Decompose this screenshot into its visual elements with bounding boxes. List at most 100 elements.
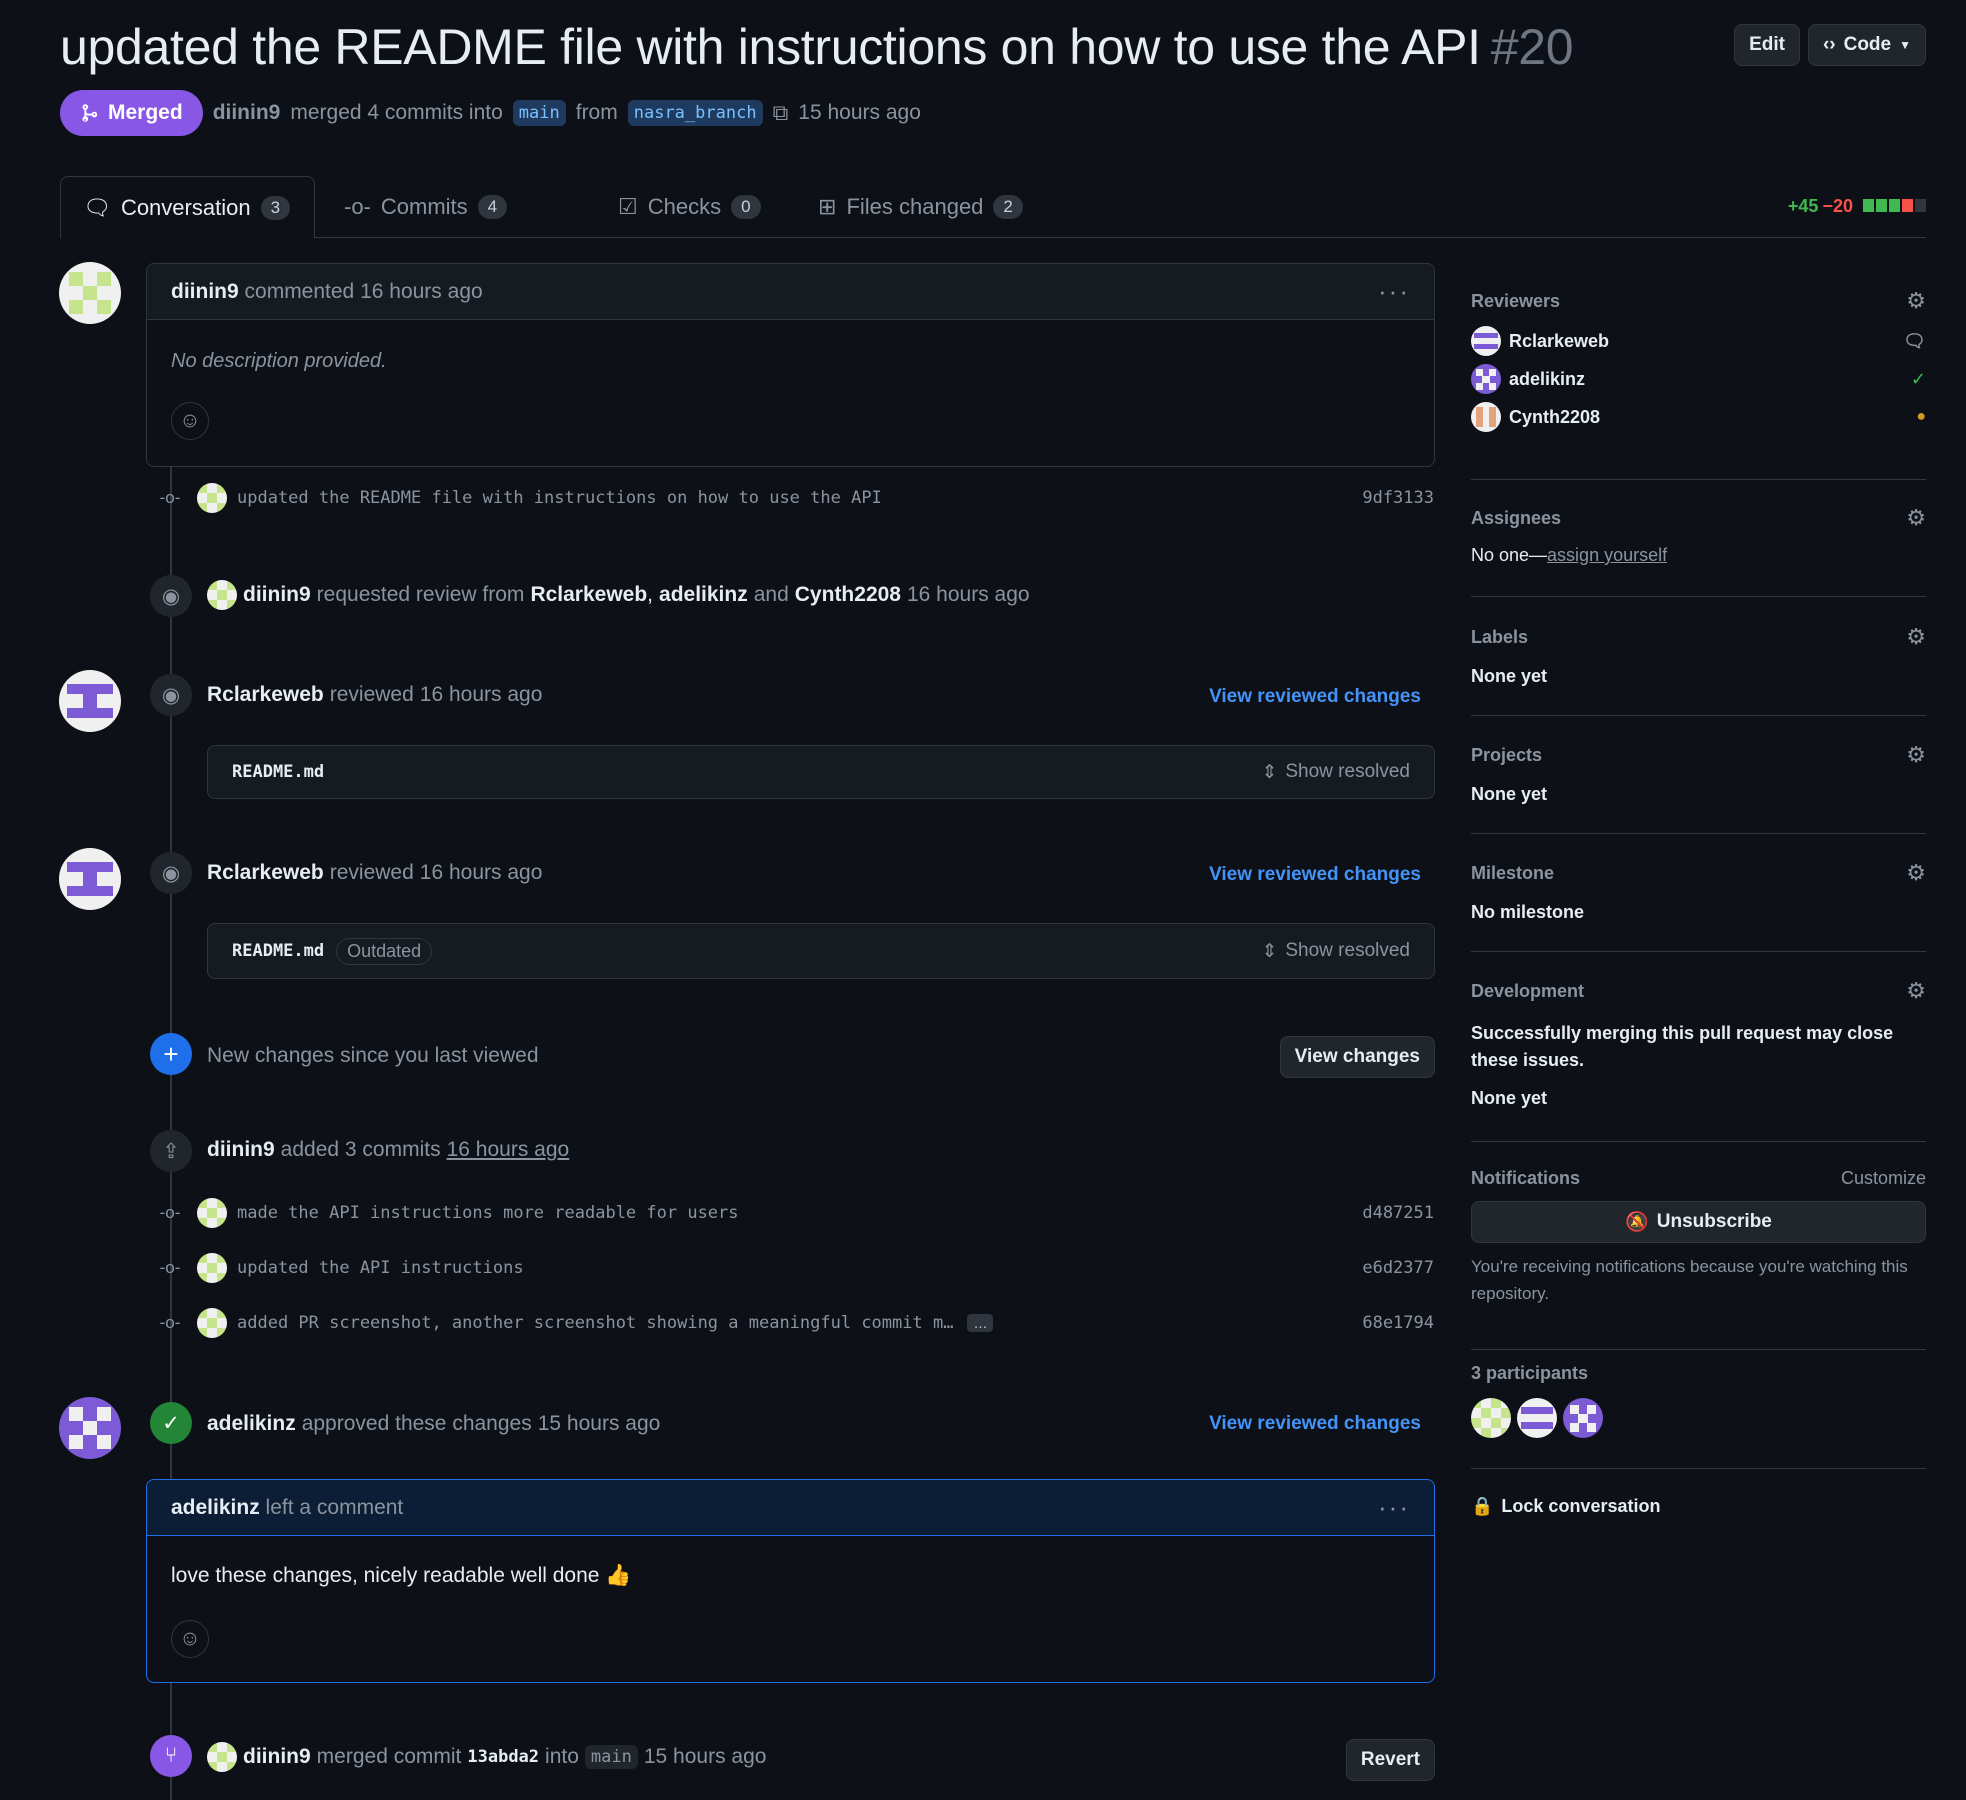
tab-files-changed[interactable]: ⊞ Files changed 2	[796, 176, 1045, 238]
unsubscribe-button[interactable]: 🔕 Unsubscribe	[1471, 1201, 1926, 1243]
gear-icon[interactable]: ⚙	[1906, 624, 1926, 650]
customize-link[interactable]: Customize	[1841, 1168, 1926, 1189]
avatar[interactable]	[1471, 1398, 1511, 1438]
section-title: Assignees	[1471, 507, 1562, 528]
tab-commits[interactable]: -o- Commits 4	[322, 176, 529, 238]
reviewer-name[interactable]: adelikinz	[1509, 369, 1911, 390]
commit-message[interactable]: made the API instructions more readable …	[237, 1203, 1362, 1223]
event-author[interactable]: diinin9	[243, 583, 311, 607]
avatar[interactable]	[207, 1742, 237, 1772]
avatar[interactable]	[59, 1397, 121, 1459]
gear-icon[interactable]: ⚙	[1906, 742, 1926, 768]
review-file-box[interactable]: README.md ⇕ Show resolved	[207, 745, 1435, 799]
view-reviewed-changes-link[interactable]: View reviewed changes	[1209, 686, 1421, 708]
file-name[interactable]: README.md	[232, 762, 324, 782]
participants-section: 3 participants	[1471, 1363, 1926, 1469]
merged-text: merged 4 commits into	[290, 101, 503, 124]
outdated-badge: Outdated	[336, 937, 433, 965]
event-author[interactable]: adelikinz	[207, 1412, 296, 1436]
avatar	[1471, 364, 1501, 394]
lock-conversation-button[interactable]: 🔒 Lock conversation	[1471, 1496, 1660, 1517]
revert-button[interactable]: Revert	[1345, 1739, 1435, 1781]
copy-icon[interactable]: ⧉	[773, 100, 789, 126]
commit-message[interactable]: added PR screenshot, another screenshot …	[237, 1313, 953, 1333]
gear-icon[interactable]: ⚙	[1906, 860, 1926, 886]
event-text: added 3 commits	[280, 1138, 441, 1161]
avatar[interactable]	[197, 1308, 227, 1338]
comment-action: left a comment	[265, 1495, 404, 1519]
base-branch[interactable]: main	[512, 100, 566, 126]
reviewer-row[interactable]: Rclarkeweb 🗨	[1471, 322, 1926, 360]
avatar[interactable]	[1563, 1398, 1603, 1438]
expand-commit-button[interactable]: …	[967, 1314, 994, 1332]
show-resolved-button[interactable]: ⇕ Show resolved	[1261, 761, 1410, 784]
reviewer-row[interactable]: Cynth2208 ●	[1471, 398, 1926, 436]
gear-icon[interactable]: ⚙	[1906, 505, 1926, 531]
add-reaction-icon[interactable]: ☺	[171, 402, 209, 440]
event-author[interactable]: diinin9	[243, 1745, 311, 1769]
into-text: into	[545, 1745, 579, 1768]
merge-commit-sha[interactable]: 13abda2	[467, 1747, 539, 1767]
event-time[interactable]: 16 hours ago	[447, 1138, 570, 1162]
gear-icon[interactable]: ⚙	[1906, 288, 1926, 314]
event-time[interactable]: 16 hours ago	[420, 861, 543, 885]
reviewer-link[interactable]: Cynth2208	[795, 583, 901, 607]
avatar[interactable]	[197, 483, 227, 513]
view-reviewed-changes-link[interactable]: View reviewed changes	[1209, 864, 1421, 886]
commit-sha[interactable]: e6d2377	[1362, 1258, 1434, 1278]
avatar[interactable]	[197, 1253, 227, 1283]
view-reviewed-changes-link[interactable]: View reviewed changes	[1209, 1413, 1421, 1435]
author-link[interactable]: diinin9	[213, 101, 281, 125]
approval-event: adelikinz approved these changes 15 hour…	[207, 1412, 660, 1436]
event-author[interactable]: Rclarkeweb	[207, 861, 324, 885]
more-options-icon[interactable]: ···	[1378, 276, 1410, 307]
commit-sha[interactable]: 68e1794	[1362, 1313, 1434, 1333]
comment-status-icon: 🗨	[1903, 330, 1926, 351]
reviewer-row[interactable]: adelikinz ✓	[1471, 360, 1926, 398]
more-options-icon[interactable]: ···	[1378, 1492, 1410, 1523]
event-text: reviewed	[329, 861, 414, 884]
event-time[interactable]: 15 hours ago	[644, 1745, 767, 1769]
tab-checks[interactable]: ☑ Checks 0	[596, 176, 783, 238]
avatar[interactable]	[59, 848, 121, 910]
add-reaction-icon[interactable]: ☺	[171, 1620, 209, 1658]
event-time[interactable]: 15 hours ago	[538, 1412, 661, 1436]
section-title: Reviewers	[1471, 290, 1561, 311]
avatar[interactable]	[197, 1198, 227, 1228]
event-time[interactable]: 16 hours ago	[420, 683, 543, 707]
reviewer-name[interactable]: Cynth2208	[1509, 407, 1916, 428]
reviewer-name[interactable]: Rclarkeweb	[1509, 331, 1903, 352]
commit-sha[interactable]: d487251	[1362, 1203, 1434, 1223]
avatar[interactable]	[59, 670, 121, 732]
tab-conversation[interactable]: 🗨 Conversation 3	[60, 176, 315, 239]
event-author[interactable]: Rclarkeweb	[207, 683, 324, 707]
show-resolved-button[interactable]: ⇕ Show resolved	[1261, 940, 1410, 963]
avatar[interactable]	[207, 580, 237, 610]
event-time[interactable]: 16 hours ago	[907, 583, 1030, 607]
commit-message[interactable]: updated the README file with instruction…	[237, 488, 1362, 508]
reviewer-link[interactable]: adelikinz	[659, 583, 748, 607]
branch-label[interactable]: main	[584, 1745, 638, 1769]
commit-sha[interactable]: 9df3133	[1362, 488, 1434, 508]
file-name[interactable]: README.md	[232, 941, 324, 961]
edit-button[interactable]: Edit	[1734, 24, 1800, 66]
view-changes-button[interactable]: View changes	[1279, 1036, 1435, 1078]
review-comment-box: adelikinz left a comment ··· love these …	[146, 1479, 1435, 1683]
assign-yourself-link[interactable]: assign yourself	[1547, 545, 1667, 565]
code-label: Code	[1843, 34, 1892, 55]
avatar	[1471, 326, 1501, 356]
comment-time[interactable]: 16 hours ago	[360, 280, 483, 303]
reviewer-link[interactable]: Rclarkeweb	[530, 583, 647, 607]
event-author[interactable]: diinin9	[207, 1138, 275, 1162]
code-button[interactable]: ‹› Code ▼	[1807, 24, 1926, 66]
avatar[interactable]	[59, 262, 121, 324]
review-file-box[interactable]: README.md Outdated ⇕ Show resolved	[207, 923, 1435, 979]
comment-author[interactable]: diinin9	[171, 280, 239, 303]
head-branch[interactable]: nasra_branch	[627, 100, 763, 126]
tab-label: Conversation	[120, 194, 251, 220]
avatar[interactable]	[1517, 1398, 1557, 1438]
commit-message[interactable]: updated the API instructions	[237, 1258, 1362, 1278]
gear-icon[interactable]: ⚙	[1906, 978, 1926, 1004]
tab-label: Commits	[380, 194, 468, 219]
comment-author[interactable]: adelikinz	[171, 1496, 260, 1519]
